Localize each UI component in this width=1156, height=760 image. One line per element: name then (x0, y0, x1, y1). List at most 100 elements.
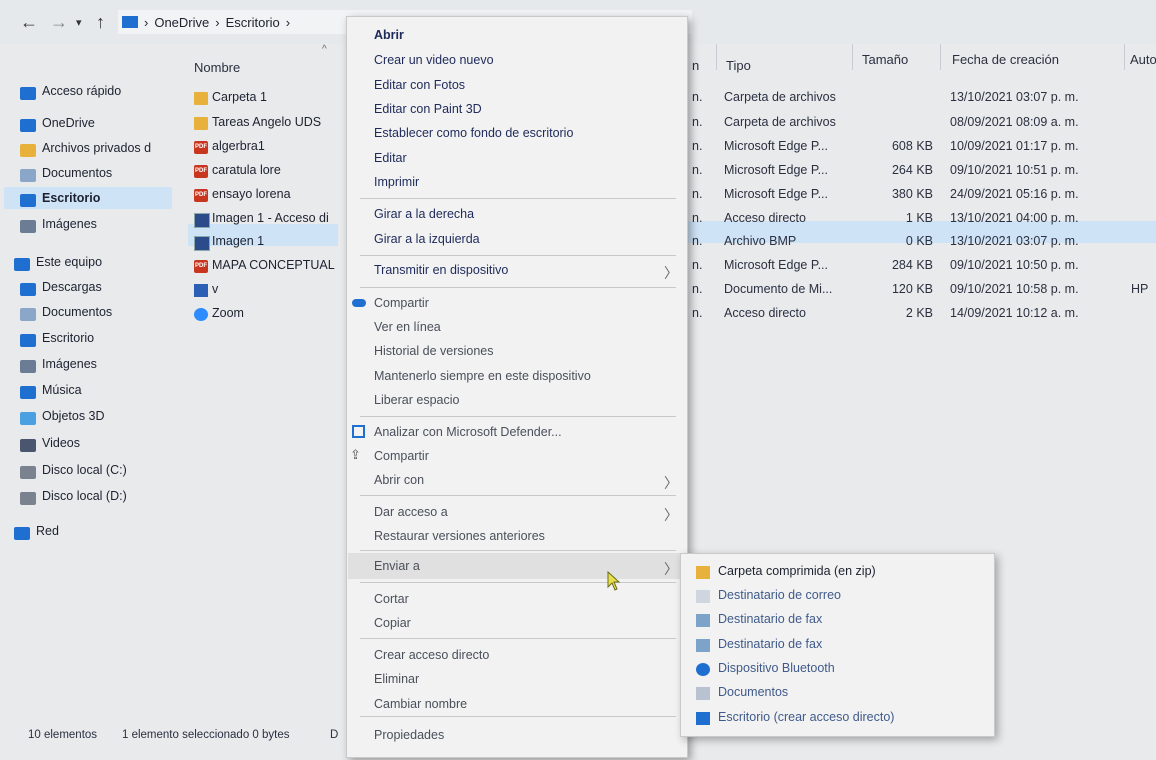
file-name[interactable]: Tareas Angelo UDS (212, 115, 321, 129)
word-icon (194, 284, 208, 297)
file-name[interactable]: MAPA CONCEPTUAL (212, 258, 335, 272)
file-date-fragment: n. (692, 306, 703, 320)
menu-item-23[interactable]: Copiar (374, 616, 411, 630)
file-name[interactable]: algerbra1 (212, 139, 265, 153)
send-to-item-7[interactable]: Escritorio (crear acceso directo) (718, 710, 894, 724)
file-name[interactable]: ensayo lorena (212, 187, 291, 201)
menu-item-27[interactable]: Propiedades (374, 728, 444, 742)
pdf-icon: PDF (194, 260, 208, 273)
file-name[interactable]: caratula lore (212, 163, 281, 177)
sidebar-item-16[interactable]: Disco local (D:) (42, 489, 127, 503)
breadcrumb-separator: › (285, 14, 291, 30)
pdf-icon: PDF (194, 165, 208, 178)
file-name[interactable]: v (212, 282, 218, 296)
menu-item-10[interactable]: Transmitir en dispositivo (374, 263, 508, 277)
menu-item-9[interactable]: Girar a la izquierda (374, 232, 480, 246)
file-type: Carpeta de archivos (724, 115, 836, 129)
menu-item-4[interactable]: Editar con Paint 3D (374, 102, 482, 116)
sidebar-item-10[interactable]: Escritorio (42, 331, 94, 345)
menu-item-8[interactable]: Girar a la derecha (374, 207, 474, 221)
forward-arrow-icon[interactable]: → (50, 12, 68, 33)
sidebar-item-12[interactable]: Música (42, 383, 82, 397)
sidebar-item-9[interactable]: Documentos (42, 305, 112, 319)
sidebar-item-8[interactable]: Descargas (42, 280, 102, 294)
breadcrumb-escritorio[interactable]: Escritorio (226, 15, 280, 30)
column-header-autor[interactable]: Auto (1130, 52, 1156, 67)
send-to-item-3[interactable]: Destinatario de fax (718, 612, 822, 626)
menu-item-7[interactable]: Imprimir (374, 175, 419, 189)
sidebar-item-4[interactable]: Documentos (42, 166, 112, 180)
menu-item-22[interactable]: Cortar (374, 592, 409, 606)
menu-item-12[interactable]: Ver en línea (374, 320, 441, 334)
up-arrow-icon[interactable]: ↑ (96, 12, 105, 33)
sidebar-item-7[interactable]: Este equipo (36, 255, 102, 269)
file-created-date: 13/10/2021 04:00 p. m. (950, 211, 1079, 225)
send-to-item-1[interactable]: Carpeta comprimida (en zip) (718, 564, 876, 578)
sidebar-item-6[interactable]: Imágenes (42, 217, 97, 231)
drive-icon (20, 492, 36, 505)
file-name[interactable]: Carpeta 1 (212, 90, 267, 104)
zoom-icon (194, 308, 208, 321)
sidebar-item-14[interactable]: Videos (42, 436, 80, 450)
menu-item-15[interactable]: Liberar espacio (374, 393, 459, 407)
chevron-right-icon: 〉 (664, 265, 678, 281)
menu-item-14[interactable]: Mantenerlo siempre en este dispositivo (374, 369, 591, 383)
mouse-cursor-icon (607, 571, 621, 591)
menu-item-5[interactable]: Establecer como fondo de escritorio (374, 126, 573, 140)
file-name[interactable]: Zoom (212, 306, 244, 320)
column-header-fecha-creacion[interactable]: Fecha de creación (952, 52, 1059, 67)
folder-icon (20, 144, 36, 157)
share-icon: ⇪ (350, 447, 361, 462)
sidebar-item-2[interactable]: OneDrive (42, 116, 95, 130)
menu-item-17[interactable]: Compartir (374, 449, 429, 463)
pictures-icon (20, 360, 36, 373)
sort-up-icon: ^ (322, 44, 327, 55)
menu-item-16[interactable]: Analizar con Microsoft Defender... (374, 425, 562, 439)
menu-item-21[interactable]: Enviar a (374, 559, 420, 573)
column-header-tamano[interactable]: Tamaño (862, 52, 908, 67)
menu-item-20[interactable]: Restaurar versiones anteriores (374, 529, 545, 543)
back-arrow-icon[interactable]: ← (20, 12, 38, 33)
column-header-fecha-mod[interactable]: n (692, 58, 699, 73)
send-to-item-2[interactable]: Destinatario de correo (718, 588, 841, 602)
menu-item-13[interactable]: Historial de versiones (374, 344, 494, 358)
menu-item-24[interactable]: Crear acceso directo (374, 648, 489, 662)
file-type: Microsoft Edge P... (724, 258, 828, 272)
sidebar-item-1[interactable]: Acceso rápido (42, 84, 121, 98)
menu-item-1[interactable]: Abrir (374, 28, 404, 42)
pictures-icon (20, 220, 36, 233)
video-icon (20, 439, 36, 452)
send-to-item-6[interactable]: Documentos (718, 685, 788, 699)
file-type: Microsoft Edge P... (724, 139, 828, 153)
file-name[interactable]: Imagen 1 (212, 234, 264, 248)
onedrive-cloud-icon (352, 299, 366, 307)
breadcrumb-onedrive[interactable]: OneDrive (154, 15, 209, 30)
menu-item-2[interactable]: Crear un video nuevo (374, 53, 494, 67)
menu-item-19[interactable]: Dar acceso a (374, 505, 448, 519)
send-to-item-5[interactable]: Dispositivo Bluetooth (718, 661, 835, 675)
download-icon (20, 283, 36, 296)
sidebar-item-11[interactable]: Imágenes (42, 357, 97, 371)
menu-separator (360, 716, 676, 717)
status-item-count: 10 elementos (28, 729, 98, 741)
column-header-nombre[interactable]: Nombre (194, 60, 240, 75)
menu-item-25[interactable]: Eliminar (374, 672, 419, 686)
music-icon (20, 386, 36, 399)
send-to-item-4[interactable]: Destinatario de fax (718, 637, 822, 651)
sidebar-item-5[interactable]: Escritorio (42, 191, 100, 205)
file-size: 608 KB (891, 139, 933, 153)
column-header-tipo[interactable]: Tipo (726, 58, 751, 73)
sidebar-item-13[interactable]: Objetos 3D (42, 409, 105, 423)
file-name[interactable]: Imagen 1 - Acceso di (212, 211, 329, 225)
chevron-down-icon[interactable]: ▾ (76, 16, 82, 29)
menu-item-18[interactable]: Abrir con (374, 473, 424, 487)
menu-item-11[interactable]: Compartir (374, 296, 429, 310)
menu-item-26[interactable]: Cambiar nombre (374, 697, 467, 711)
sidebar-item-15[interactable]: Disco local (C:) (42, 463, 127, 477)
menu-item-6[interactable]: Editar (374, 151, 407, 165)
menu-item-3[interactable]: Editar con Fotos (374, 78, 465, 92)
file-author: HP (1131, 282, 1149, 296)
file-type: Acceso directo (724, 306, 806, 320)
sidebar-item-3[interactable]: Archivos privados d (42, 141, 151, 155)
sidebar-item-17[interactable]: Red (36, 524, 59, 538)
